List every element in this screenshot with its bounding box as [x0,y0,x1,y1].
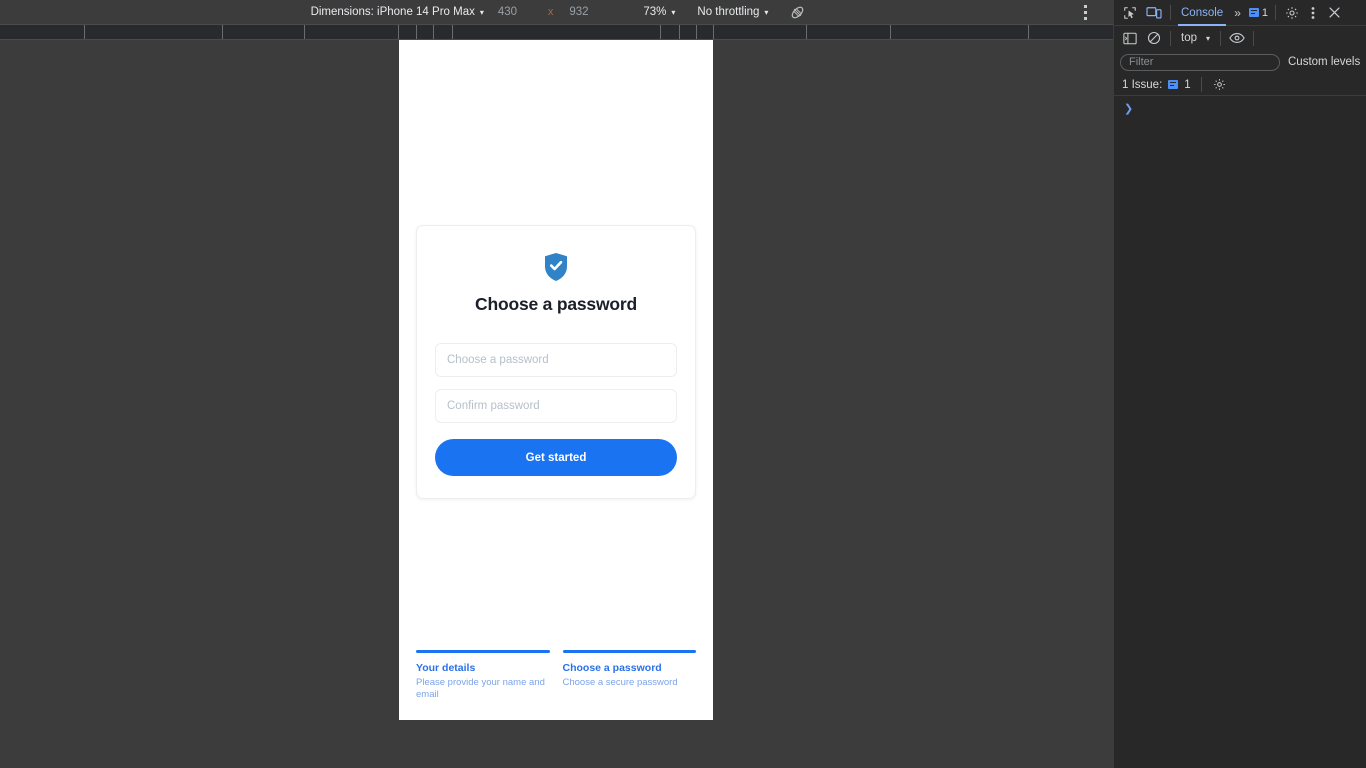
device-width-value: 430 [497,6,518,18]
device-width-input[interactable]: 430 [491,0,539,24]
get-started-button[interactable]: Get started [435,439,677,476]
issues-flag-icon [1248,8,1259,17]
tab-console-label: Console [1181,6,1224,19]
emulated-viewport[interactable]: Choose a password Choose a password Conf… [399,40,713,720]
confirm-password-field[interactable]: Confirm password [435,389,677,423]
viewport-ruler[interactable] [0,24,1113,40]
console-filter-bar: Custom levels ▾ [1114,50,1366,74]
page-title: Choose a password [475,294,637,314]
device-dimensions-select[interactable]: Dimensions: iPhone 14 Pro Max ▾ [304,0,491,24]
chevron-down-icon: ▾ [1206,34,1211,43]
chevron-right-icon: ❯ [1124,103,1134,115]
device-height-input[interactable]: 932 [562,0,610,24]
step-title: Choose a password [562,661,662,674]
mobile-page: Choose a password Choose a password Conf… [399,40,713,720]
devtools-window: Dimensions: iPhone 14 Pro Max ▾ 430 x 93… [0,0,1366,768]
device-toolbar-controls: Dimensions: iPhone 14 Pro Max ▾ 430 x 93… [0,0,1113,24]
more-options-icon[interactable] [1074,0,1096,24]
divider [1253,30,1255,46]
throttling-value: No throttling [697,6,760,18]
console-toolbar: top ▾ [1114,26,1366,50]
execution-context-value: top [1181,32,1197,44]
emulated-page-pane: Dimensions: iPhone 14 Pro Max ▾ 430 x 93… [0,0,1113,768]
execution-context-select[interactable]: top ▾ [1175,27,1216,49]
step-progress-bar [562,649,696,653]
dot [1083,10,1087,14]
device-emulation-toolbar: Dimensions: iPhone 14 Pro Max ▾ 430 x 93… [0,0,1113,24]
viewport-container: Choose a password Choose a password Conf… [0,40,1113,768]
dot [1083,16,1087,20]
filter-input[interactable] [1120,53,1280,71]
stepper-step-your-details[interactable]: Your details Please provide your name an… [416,649,550,702]
tab-overflow-button[interactable]: » [1229,0,1246,26]
close-icon[interactable] [1322,1,1346,25]
console-output[interactable]: ❯ [1114,96,1366,768]
zoom-select[interactable]: 73% ▾ [636,0,682,24]
divider [1170,5,1171,20]
chevron-down-icon: ▾ [764,8,769,17]
chevron-down-icon: ▾ [479,8,484,17]
tab-console[interactable]: Console [1175,0,1229,26]
issues-bar[interactable]: 1 Issue: 1 [1114,74,1366,96]
password-field-placeholder: Choose a password [447,354,549,366]
inspect-element-icon[interactable] [1118,1,1142,25]
zoom-value: 73% [643,6,667,18]
devtools-tabbar: Console » 1 [1114,0,1366,26]
stepper-step-choose-a-password[interactable]: Choose a password Choose a secure passwo… [562,649,696,702]
step-progress-bar [416,649,550,653]
log-levels-label: Custom levels [1288,56,1361,68]
devtools-panel: Console » 1 top ▾ Filter Custom levels 1… [1113,0,1366,768]
dimension-separator-icon: x [547,6,554,18]
console-prompt[interactable]: ❯ [1114,100,1366,116]
step-title: Your details [416,661,476,674]
step-description: Choose a secure password [562,676,678,688]
divider [1170,30,1171,46]
dot [1083,4,1087,8]
clear-console-icon[interactable] [1142,26,1166,50]
more-options-icon[interactable] [1304,1,1322,25]
confirm-password-field-placeholder: Confirm password [447,400,540,412]
gear-icon[interactable] [1280,1,1304,25]
password-card: Choose a password Choose a password Conf… [416,225,696,499]
progress-stepper: Your details Please provide your name an… [416,649,696,702]
shield-check-icon [435,252,677,282]
issues-counter[interactable]: 1 [1246,0,1271,26]
log-levels-select[interactable]: Custom levels ▾ [1288,56,1366,68]
step-description: Please provide your name and email [416,676,545,701]
gear-icon[interactable] [1212,77,1228,93]
divider [1200,77,1202,92]
divider [1220,30,1222,46]
issues-flag-icon [1168,80,1179,89]
issues-count: 1 [1261,6,1269,19]
console-sidebar-icon[interactable] [1118,26,1142,50]
device-dimensions-label: Dimensions: iPhone 14 Pro Max [310,6,475,18]
throttling-select[interactable]: No throttling ▾ [690,0,775,24]
device-toolbar-icon[interactable] [1142,1,1166,25]
issues-bar-count: 1 [1184,78,1191,91]
issues-label: 1 Issue: [1122,78,1163,91]
password-field[interactable]: Choose a password [435,343,677,377]
rotate-device-icon[interactable] [785,0,809,24]
device-height-value: 932 [569,6,589,18]
divider [1275,5,1277,20]
live-expression-icon[interactable] [1225,26,1249,50]
chevron-down-icon: ▾ [671,8,676,17]
